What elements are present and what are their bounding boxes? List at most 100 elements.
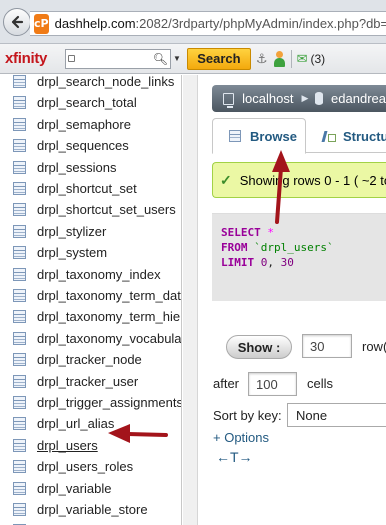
- sidebar-table-name[interactable]: drpl_sessions: [37, 160, 117, 175]
- sidebar-table-item[interactable]: drpl_stylizer: [0, 221, 181, 242]
- table-icon[interactable]: [13, 267, 26, 281]
- sidebar-table-item[interactable]: drpl_url_alias: [0, 413, 181, 434]
- sort-select[interactable]: None: [287, 403, 386, 427]
- sidebar-table-item[interactable]: drpl_search_node_links: [0, 75, 181, 92]
- sidebar-table-item[interactable]: drpl_shortcut_set: [0, 178, 181, 199]
- tab-browse[interactable]: Browse: [212, 118, 306, 154]
- sidebar-table-name[interactable]: drpl_tracker_node: [37, 352, 142, 367]
- table-icon[interactable]: [13, 331, 26, 345]
- sidebar-table-name[interactable]: drpl_taxonomy_index: [37, 267, 161, 282]
- table-icon[interactable]: [13, 417, 26, 431]
- table-icon[interactable]: [13, 460, 26, 474]
- sidebar-table-item[interactable]: drpl_semaphore: [0, 114, 181, 135]
- table-icon[interactable]: [13, 481, 26, 495]
- sort-label: Sort by key:: [213, 408, 282, 423]
- breadcrumb-database[interactable]: edandrea: [331, 91, 386, 106]
- sidebar-table-name[interactable]: drpl_variable: [37, 481, 111, 496]
- sidebar-table-item[interactable]: drpl_sessions: [0, 157, 181, 178]
- table-icon[interactable]: [13, 75, 26, 88]
- sidebar-table-item[interactable]: drpl_taxonomy_vocabulary: [0, 328, 181, 349]
- sidebar-table-item[interactable]: drpl_search_total: [0, 92, 181, 113]
- sidebar-table-item[interactable]: drpl_tracker_node: [0, 349, 181, 370]
- table-icon[interactable]: [13, 396, 26, 409]
- sidebar-table-name[interactable]: drpl_taxonomy_term_hierarchy: [37, 309, 181, 324]
- server-icon: [223, 92, 235, 108]
- magnifier-icon[interactable]: 🔍︎: [153, 52, 168, 66]
- sidebar-table-name[interactable]: drpl_shortcut_set: [37, 181, 137, 196]
- address-bar-area: cP dashhelp.com:2082/3rdparty/phpMyAdmin…: [0, 0, 386, 44]
- toolbar-search-input[interactable]: 🔍︎: [65, 48, 171, 69]
- sidebar-table-name[interactable]: drpl_taxonomy_vocabulary: [37, 331, 181, 346]
- sidebar-table-name[interactable]: drpl_sequences: [37, 138, 129, 153]
- table-icon[interactable]: [13, 160, 26, 174]
- mail-icon[interactable]: ✉︎: [297, 51, 308, 67]
- rows-label: row(s): [362, 339, 386, 354]
- sidebar-table-item[interactable]: drpl_tracker_user: [0, 371, 181, 392]
- table-icon[interactable]: [13, 224, 26, 238]
- table-icon[interactable]: [13, 310, 26, 324]
- xfinity-logo[interactable]: xfinity: [5, 50, 63, 67]
- sidebar-table-item[interactable]: drpl_taxonomy_index: [0, 264, 181, 285]
- sidebar-table-item[interactable]: drpl_variable_store: [0, 499, 181, 520]
- mail-count[interactable]: (3): [310, 52, 325, 66]
- sidebar-table-item[interactable]: drpl_users: [0, 435, 181, 456]
- sidebar-table-name[interactable]: drpl_system: [37, 245, 107, 260]
- sidebar-table-name[interactable]: drpl_search_node_links: [37, 75, 174, 89]
- after-input[interactable]: 100: [248, 372, 297, 396]
- sidebar-table-name[interactable]: drpl_trigger_assignments: [37, 395, 181, 410]
- sidebar-table-name[interactable]: drpl_users: [37, 438, 98, 453]
- table-icon[interactable]: [13, 203, 26, 217]
- table-icon[interactable]: [13, 374, 26, 388]
- table-icon[interactable]: [13, 246, 26, 260]
- sidebar-table-item[interactable]: drpl_taxonomy_term_data: [0, 285, 181, 306]
- xfinity-toolbar: xfinity 🔍︎ ▼ Search ⚓︎ ✉︎ (3): [0, 44, 386, 74]
- table-icon[interactable]: [13, 289, 26, 302]
- table-icon[interactable]: [13, 438, 26, 452]
- sql-comma: ,: [267, 256, 274, 269]
- sql-keyword-limit: LIMIT: [221, 256, 255, 269]
- rows-input[interactable]: 30: [302, 334, 352, 358]
- pin-icon[interactable]: ⚓︎: [256, 51, 268, 67]
- table-icon[interactable]: [13, 139, 26, 153]
- profile-icon[interactable]: [273, 50, 285, 67]
- sidebar-table-name[interactable]: drpl_shortcut_set_users: [37, 202, 176, 217]
- table-icon[interactable]: [13, 353, 26, 367]
- checkmark-icon: ✓: [220, 172, 232, 188]
- toolbar-search-button[interactable]: Search: [186, 47, 251, 70]
- breadcrumb-server[interactable]: localhost: [242, 91, 293, 106]
- table-icon[interactable]: [13, 503, 26, 516]
- sidebar-table-item[interactable]: drpl_shortcut_set_users: [0, 199, 181, 220]
- sidebar-table-item[interactable]: drpl_users_roles: [0, 456, 181, 477]
- sql-keyword-select: SELECT: [221, 226, 261, 239]
- tab-bar: Browse Structure: [212, 115, 386, 154]
- sidebar-table-name[interactable]: drpl_stylizer: [37, 224, 106, 239]
- table-icon[interactable]: [13, 182, 26, 195]
- table-icon[interactable]: [13, 96, 26, 110]
- sidebar-table-name[interactable]: drpl_users_roles: [37, 459, 133, 474]
- sidebar-table-item[interactable]: drpl_taxonomy_term_hierarchy: [0, 306, 181, 327]
- cells-label: cells: [307, 376, 334, 391]
- sidebar-splitter[interactable]: [183, 75, 198, 525]
- sidebar-table-name[interactable]: drpl_tracker_user: [37, 374, 138, 389]
- sidebar-table-name[interactable]: drpl_variable_store: [37, 502, 148, 517]
- sidebar-table-item[interactable]: drpl_sequences: [0, 135, 181, 156]
- sidebar-table-item[interactable]: drpl_variable: [0, 478, 181, 499]
- sidebar-table-item[interactable]: drpl_system: [0, 242, 181, 263]
- table-icon[interactable]: [13, 117, 26, 131]
- show-button[interactable]: Show :: [226, 335, 292, 359]
- sidebar-table-item[interactable]: drpl_trigger_assignments: [0, 392, 181, 413]
- search-dropdown-icon[interactable]: ▼: [173, 54, 181, 63]
- back-button[interactable]: [3, 8, 31, 36]
- sql-count: 30: [280, 256, 294, 269]
- url-text: dashhelp.com:2082/3rdparty/phpMyAdmin/in…: [55, 16, 386, 31]
- options-link[interactable]: + Options: [213, 430, 269, 445]
- sidebar-table-name[interactable]: drpl_taxonomy_term_data: [37, 288, 181, 303]
- column-arrows-icon[interactable]: ←T→: [216, 449, 266, 467]
- tab-structure[interactable]: Structure: [319, 118, 386, 154]
- sidebar-table-name[interactable]: drpl_semaphore: [37, 117, 131, 132]
- url-field[interactable]: cP dashhelp.com:2082/3rdparty/phpMyAdmin…: [30, 11, 386, 36]
- sidebar-table-name[interactable]: drpl_url_alias: [37, 416, 114, 431]
- sidebar-table-name[interactable]: drpl_search_total: [37, 95, 137, 110]
- sidebar-table-item[interactable]: drpl_views_display: [0, 520, 181, 525]
- cpanel-logo-icon: cP: [34, 13, 49, 34]
